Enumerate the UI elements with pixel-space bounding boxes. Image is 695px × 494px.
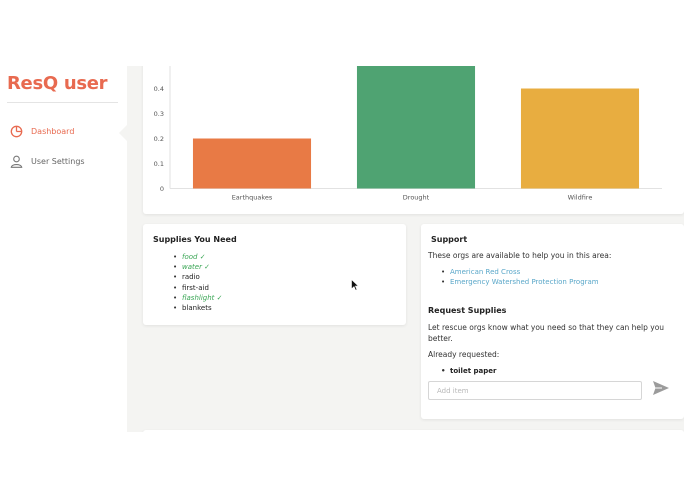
org-list: American Red Cross Emergency Watershed P… (441, 267, 599, 288)
brand-logo: ResQ user (7, 73, 108, 94)
org-link[interactable]: American Red Cross (441, 267, 599, 277)
list-item: toilet paper (441, 366, 496, 376)
already-requested-label: Already requested: (428, 350, 500, 359)
x-tick-label: Drought (403, 194, 430, 202)
support-intro: These orgs are available to help you in … (428, 251, 612, 260)
x-tick-label: Wildfire (568, 194, 593, 202)
sidebar-item-label: User Settings (31, 156, 85, 166)
request-title: Request Supplies (428, 306, 507, 315)
support-card: Support These orgs are available to help… (421, 224, 684, 419)
user-icon (10, 155, 23, 168)
sidebar: ResQ user Dashboard User Settings (0, 66, 127, 432)
supplies-title: Supplies You Need (153, 235, 237, 244)
list-item: flashlight ✓ (173, 293, 223, 303)
list-item: blankets (173, 303, 223, 313)
y-tick-label: 0 (160, 185, 164, 193)
disaster-risk-chart: 0 0.1 0.2 0.3 0.4 Earthquakes Drought Wildfire (154, 66, 662, 202)
y-tick-label: 0.1 (154, 160, 164, 168)
supplies-card: Supplies You Need food ✓ water ✓ radio f… (143, 224, 406, 325)
add-item-input[interactable] (428, 381, 642, 400)
send-icon[interactable] (652, 379, 670, 397)
active-indicator (119, 125, 127, 141)
chart-card: 0 0.1 0.2 0.3 0.4 Earthquakes Drought Wildfire (143, 66, 684, 214)
bar-drought (356, 66, 476, 189)
bar-earthquakes (192, 138, 312, 189)
requested-list: toilet paper (441, 366, 496, 376)
bar-wildfire (520, 88, 640, 189)
list-item: first-aid (173, 283, 223, 293)
sidebar-item-dashboard[interactable]: Dashboard (10, 122, 74, 140)
app-shell: ResQ user Dashboard User Settings 00.1 0… (0, 66, 684, 432)
list-item: water ✓ (173, 262, 223, 272)
request-text: Let rescue orgs know what you need so th… (428, 323, 665, 343)
sidebar-item-label: Dashboard (31, 126, 75, 136)
y-tick-label: 0.3 (154, 110, 164, 118)
y-tick-label: 0.4 (154, 85, 164, 93)
supplies-list: food ✓ water ✓ radio first-aid flashligh… (173, 252, 223, 313)
pie-chart-icon (10, 125, 23, 138)
support-title: Support (431, 235, 468, 244)
org-link[interactable]: Emergency Watershed Protection Program (441, 277, 599, 287)
bottom-card (143, 430, 684, 432)
sidebar-divider (7, 102, 118, 103)
y-tick-label: 0.2 (154, 135, 164, 143)
mouse-cursor-icon (351, 276, 360, 291)
list-item: radio (173, 272, 223, 282)
x-tick-label: Earthquakes (232, 194, 273, 202)
sidebar-item-user-settings[interactable]: User Settings (10, 152, 85, 170)
list-item: food ✓ (173, 252, 223, 262)
